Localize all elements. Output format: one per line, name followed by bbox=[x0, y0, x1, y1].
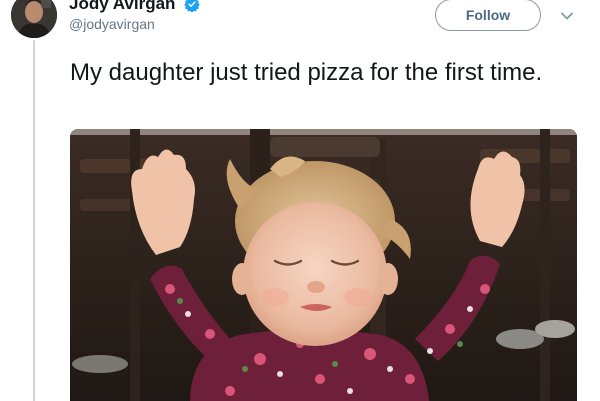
follow-button[interactable]: Follow bbox=[435, 0, 541, 31]
tweet-text: My daughter just tried pizza for the fir… bbox=[70, 59, 543, 86]
thread-line bbox=[33, 40, 35, 401]
tweet-card: Jody Avirgan @jodyavirgan Follow My daug… bbox=[0, 0, 600, 401]
verified-badge-icon bbox=[184, 0, 200, 12]
chevron-down-icon[interactable] bbox=[559, 8, 575, 24]
author-display-name[interactable]: Jody Avirgan bbox=[69, 0, 175, 14]
author-avatar[interactable] bbox=[11, 0, 57, 38]
author-handle[interactable]: @jodyavirgan bbox=[69, 16, 155, 32]
baby-with-raised-hands-photo[interactable] bbox=[70, 129, 577, 401]
